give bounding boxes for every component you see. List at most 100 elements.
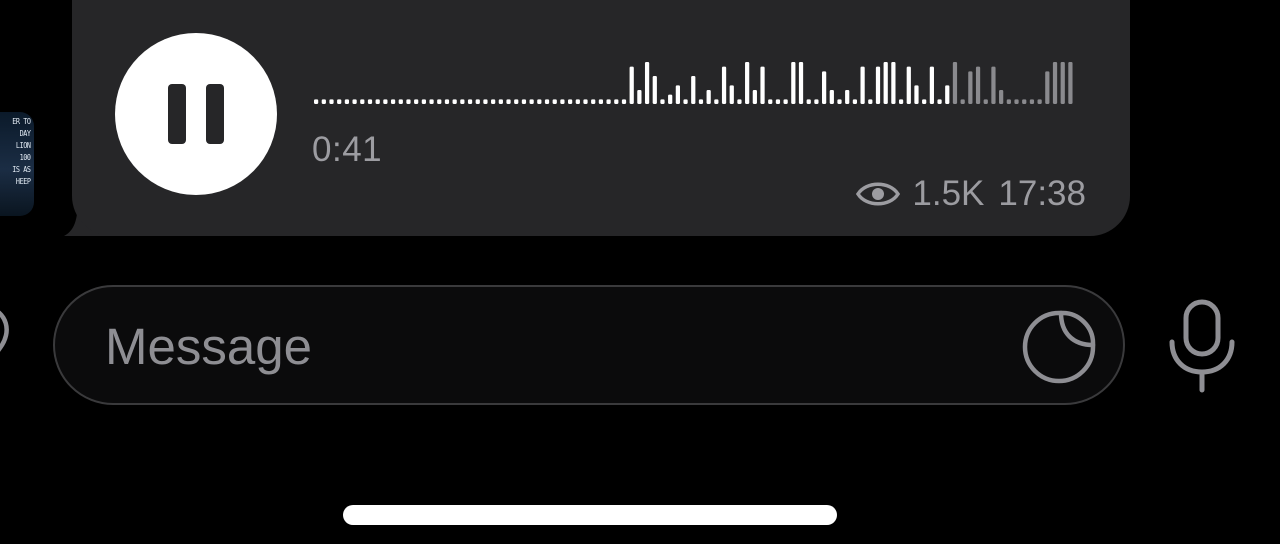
waveform-bar	[1037, 99, 1042, 104]
waveform-bar	[721, 66, 727, 104]
waveform-bar	[498, 99, 503, 104]
waveform-bar	[760, 66, 765, 104]
waveform-bar	[598, 99, 604, 104]
avatar-text: DAY	[19, 129, 31, 138]
waveform-bar	[514, 99, 519, 104]
waveform-bar	[644, 62, 650, 104]
waveform-bar	[614, 99, 619, 104]
waveform-bar	[960, 99, 965, 104]
waveform-bar	[329, 99, 334, 104]
waveform-bar	[729, 85, 734, 104]
waveform-bar	[829, 90, 834, 104]
waveform-bar	[783, 99, 788, 104]
waveform-bar	[429, 99, 434, 104]
waveform-bar	[560, 99, 565, 104]
waveform-bar	[568, 99, 573, 104]
waveform-bar	[467, 99, 473, 104]
waveform-bar	[437, 99, 442, 104]
waveform-bar	[875, 66, 881, 104]
waveform-bar	[991, 66, 996, 104]
message-input[interactable]	[103, 309, 987, 383]
waveform-bar	[375, 99, 380, 104]
waveform-bar	[621, 99, 627, 104]
sticker-icon[interactable]	[1021, 309, 1097, 385]
waveform-bar	[314, 99, 319, 104]
waveform-bar	[483, 99, 488, 104]
waveform-bar	[506, 99, 511, 104]
waveform-bar	[806, 99, 811, 104]
attach-icon[interactable]	[0, 302, 16, 376]
waveform-bar	[1029, 99, 1035, 104]
waveform-bar	[475, 99, 480, 104]
waveform-bar	[1022, 99, 1027, 104]
waveform-bar	[337, 99, 342, 104]
waveform-bar	[406, 99, 411, 104]
waveform-bar	[637, 90, 642, 104]
waveform-bar	[606, 99, 611, 104]
waveform-bar	[544, 99, 550, 104]
waveform-bar	[444, 99, 450, 104]
voice-waveform[interactable]	[314, 62, 1076, 104]
waveform-bar	[737, 99, 742, 104]
waveform-bar	[529, 99, 534, 104]
waveform-bar	[906, 66, 911, 104]
waveform-bar	[868, 99, 873, 104]
waveform-bar	[968, 71, 973, 104]
waveform-bar	[668, 94, 673, 104]
waveform-bar	[768, 99, 773, 104]
waveform-bar	[975, 66, 981, 104]
waveform-bar	[344, 99, 350, 104]
avatar-text: LION	[15, 141, 31, 150]
waveform-bar	[837, 99, 842, 104]
waveform-bar	[660, 99, 665, 104]
pause-button[interactable]	[115, 33, 277, 195]
waveform-bar	[822, 71, 827, 104]
waveform-bar	[791, 62, 796, 104]
message-input-container	[53, 285, 1125, 405]
waveform-bar	[360, 99, 365, 104]
waveform-bar	[1060, 62, 1065, 104]
pause-icon	[206, 84, 224, 144]
channel-avatar[interactable]: ER TO DAY LION 100 IS AS HEEP	[0, 112, 34, 216]
waveform-bar	[1052, 62, 1058, 104]
waveform-bar	[952, 62, 958, 104]
microphone-icon[interactable]	[1164, 298, 1240, 394]
waveform-bar	[860, 66, 865, 104]
waveform-bar	[652, 76, 657, 104]
waveform-bar	[591, 99, 596, 104]
waveform-bar	[922, 99, 927, 104]
waveform-bar	[552, 99, 557, 104]
view-count: 1.5K	[912, 174, 985, 213]
waveform-bar	[929, 66, 934, 104]
waveform-bar	[683, 99, 688, 104]
waveform-bar	[1014, 99, 1019, 104]
waveform-bar	[491, 99, 496, 104]
waveform-bar	[883, 62, 888, 104]
message-time: 17:38	[998, 174, 1086, 213]
pause-icon	[168, 84, 186, 144]
waveform-bar	[629, 66, 634, 104]
waveform-bar	[745, 62, 750, 104]
home-indicator[interactable]	[343, 505, 837, 525]
waveform-bar	[852, 99, 858, 104]
waveform-bar	[583, 99, 588, 104]
waveform-bar	[999, 90, 1004, 104]
waveform-bar	[714, 99, 719, 104]
waveform-bar	[898, 99, 904, 104]
waveform-bar	[983, 99, 988, 104]
avatar-text: IS AS	[12, 165, 31, 174]
waveform-bar	[414, 99, 419, 104]
voice-duration: 0:41	[312, 130, 383, 169]
waveform-bar	[383, 99, 388, 104]
waveform-bar	[521, 99, 527, 104]
waveform-bar	[367, 99, 373, 104]
waveform-bar	[1068, 62, 1073, 104]
waveform-bar	[675, 85, 680, 104]
waveform-bar	[575, 99, 580, 104]
waveform-bar	[752, 90, 757, 104]
waveform-bar	[845, 90, 850, 104]
waveform-bar	[537, 99, 542, 104]
waveform-bar	[321, 99, 326, 104]
waveform-bar	[1006, 99, 1011, 104]
avatar-text: ER TO	[12, 117, 31, 126]
